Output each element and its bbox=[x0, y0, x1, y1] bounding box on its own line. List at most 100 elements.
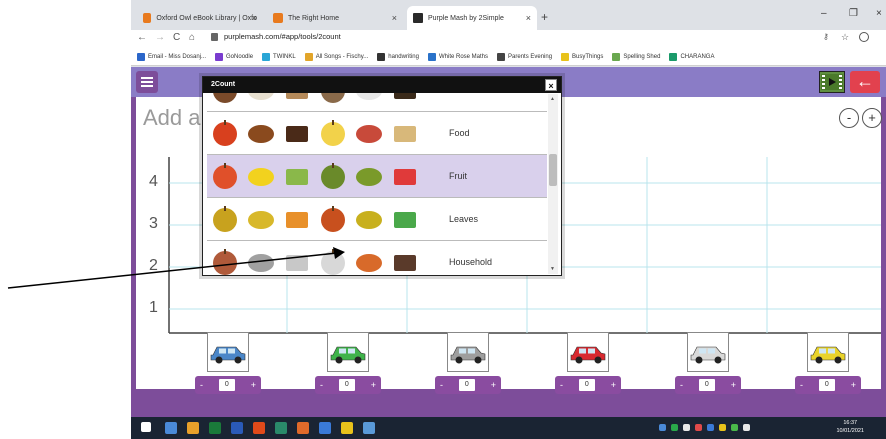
count-stepper[interactable]: - 0 + bbox=[195, 376, 261, 394]
windows-start-icon[interactable] bbox=[141, 422, 151, 432]
system-tray-icon[interactable] bbox=[659, 424, 666, 431]
profile-icon[interactable] bbox=[859, 32, 869, 42]
back-arrow-icon[interactable]: ← bbox=[850, 71, 880, 93]
bookmark-item[interactable]: TWINKL bbox=[262, 52, 296, 61]
taskbar-app-icon[interactable] bbox=[209, 422, 221, 434]
scroll-down-icon[interactable]: ▼ bbox=[550, 266, 555, 272]
taskbar-app-icon[interactable] bbox=[275, 422, 287, 434]
dialog-close-button[interactable]: × bbox=[545, 79, 557, 91]
system-tray-icon[interactable] bbox=[671, 424, 678, 431]
menu-button[interactable] bbox=[136, 71, 158, 93]
system-tray-icon[interactable] bbox=[683, 424, 690, 431]
back-button[interactable]: ← bbox=[137, 32, 147, 43]
tab-right-home[interactable]: The Right Home × bbox=[267, 6, 403, 30]
bookmark-label: BusyThings bbox=[572, 53, 604, 60]
windows-taskbar: 16:37 10/01/2021 bbox=[131, 417, 886, 439]
increment-button[interactable]: + bbox=[851, 380, 856, 390]
film-icon[interactable] bbox=[819, 71, 845, 93]
zoom-out-button[interactable]: - bbox=[839, 108, 859, 128]
taskbar-app-icon[interactable] bbox=[297, 422, 309, 434]
image-set-row[interactable]: Food bbox=[207, 112, 547, 155]
taskbar-app-icon[interactable] bbox=[363, 422, 375, 434]
count-value[interactable]: 0 bbox=[458, 379, 475, 391]
system-tray-icon[interactable] bbox=[719, 424, 726, 431]
zoom-in-button[interactable]: + bbox=[862, 108, 882, 128]
system-tray-icon[interactable] bbox=[731, 424, 738, 431]
bookmark-item[interactable]: Parents Evening bbox=[497, 52, 552, 61]
forward-button[interactable]: → bbox=[155, 32, 165, 43]
increment-button[interactable]: + bbox=[611, 380, 616, 390]
bookmark-item[interactable]: Spelling Shed bbox=[612, 52, 660, 61]
increment-button[interactable]: + bbox=[251, 380, 256, 390]
decrement-button[interactable]: - bbox=[200, 380, 203, 390]
bookmark-item[interactable]: All Songs - Fischy... bbox=[304, 52, 368, 61]
taskbar-app-icon[interactable] bbox=[319, 422, 331, 434]
increment-button[interactable]: + bbox=[731, 380, 736, 390]
increment-button[interactable]: + bbox=[371, 380, 376, 390]
car-icon bbox=[210, 346, 246, 364]
count-stepper[interactable]: - 0 + bbox=[315, 376, 381, 394]
system-tray-icon[interactable] bbox=[743, 424, 750, 431]
minimize-button[interactable]: – bbox=[821, 8, 827, 19]
close-icon[interactable]: × bbox=[392, 13, 397, 23]
star-icon[interactable]: ☆ bbox=[841, 32, 849, 43]
bookmark-item[interactable]: BusyThings bbox=[561, 52, 604, 61]
count-stepper[interactable]: - 0 + bbox=[555, 376, 621, 394]
close-icon[interactable]: × bbox=[252, 13, 257, 23]
close-icon[interactable]: × bbox=[526, 13, 531, 23]
system-tray-icon[interactable] bbox=[695, 424, 702, 431]
count-value[interactable]: 0 bbox=[338, 379, 355, 391]
right-border bbox=[881, 97, 886, 417]
taskbar-app-icon[interactable] bbox=[187, 422, 199, 434]
car-image-box[interactable] bbox=[687, 332, 729, 372]
decrement-button[interactable]: - bbox=[320, 380, 323, 390]
picture-thumbnail bbox=[391, 162, 419, 190]
count-value[interactable]: 0 bbox=[578, 379, 595, 391]
count-value[interactable]: 0 bbox=[818, 379, 835, 391]
tab-purple-mash[interactable]: Purple Mash by 2Simple × bbox=[407, 6, 537, 30]
taskbar-app-icon[interactable] bbox=[341, 422, 353, 434]
bookmark-item[interactable]: GoNoodle bbox=[215, 52, 253, 61]
taskbar-app-icon[interactable] bbox=[165, 422, 177, 434]
bookmark-item[interactable]: Email - Miss Dosanj... bbox=[137, 52, 206, 61]
taskbar-clock[interactable]: 16:37 10/01/2021 bbox=[836, 419, 864, 435]
bookmark-item[interactable]: White Rose Maths bbox=[427, 52, 488, 61]
home-button[interactable]: ⌂ bbox=[189, 32, 195, 43]
image-set-pictures bbox=[211, 246, 431, 275]
image-set-row[interactable]: Leaves bbox=[207, 198, 547, 241]
decrement-button[interactable]: - bbox=[440, 380, 443, 390]
count-stepper[interactable]: - 0 + bbox=[675, 376, 741, 394]
system-tray-icon[interactable] bbox=[707, 424, 714, 431]
tab-oxford-owl[interactable]: Oxford Owl eBook Library | Oxfo × bbox=[137, 6, 263, 30]
image-set-row[interactable]: Fruit bbox=[207, 155, 547, 198]
count-value[interactable]: 0 bbox=[698, 379, 715, 391]
count-stepper[interactable]: - 0 + bbox=[795, 376, 861, 394]
decrement-button[interactable]: - bbox=[560, 380, 563, 390]
count-stepper[interactable]: - 0 + bbox=[435, 376, 501, 394]
scroll-up-icon[interactable]: ▲ bbox=[550, 96, 555, 102]
new-tab-button[interactable]: + bbox=[541, 10, 548, 24]
picture-thumbnail bbox=[211, 162, 239, 190]
dialog-scrollbar[interactable]: ▲ ▼ bbox=[548, 94, 558, 274]
key-icon[interactable]: ⚷ bbox=[823, 32, 829, 41]
decrement-button[interactable]: - bbox=[680, 380, 683, 390]
count-value[interactable]: 0 bbox=[218, 379, 235, 391]
reload-button[interactable]: C bbox=[173, 32, 180, 43]
image-set-row[interactable]: Household bbox=[207, 241, 547, 275]
car-image-box[interactable] bbox=[207, 332, 249, 372]
image-set-row[interactable]: Farm animals bbox=[207, 93, 547, 112]
bookmark-item[interactable]: CHARANGA bbox=[669, 52, 714, 61]
car-image-box[interactable] bbox=[807, 332, 849, 372]
car-image-box[interactable] bbox=[567, 332, 609, 372]
bookmark-item[interactable]: handwriting bbox=[377, 52, 419, 61]
increment-button[interactable]: + bbox=[491, 380, 496, 390]
window-close-button[interactable]: × bbox=[876, 8, 882, 19]
taskbar-app-icon[interactable] bbox=[253, 422, 265, 434]
decrement-button[interactable]: - bbox=[800, 380, 803, 390]
taskbar-app-icon[interactable] bbox=[231, 422, 243, 434]
restore-button[interactable]: ❐ bbox=[849, 8, 858, 19]
address-bar[interactable]: purplemash.com/#app/tools/2count bbox=[211, 32, 341, 41]
car-image-box[interactable] bbox=[327, 332, 369, 372]
scrollbar-thumb[interactable] bbox=[549, 154, 557, 186]
car-image-box[interactable] bbox=[447, 332, 489, 372]
